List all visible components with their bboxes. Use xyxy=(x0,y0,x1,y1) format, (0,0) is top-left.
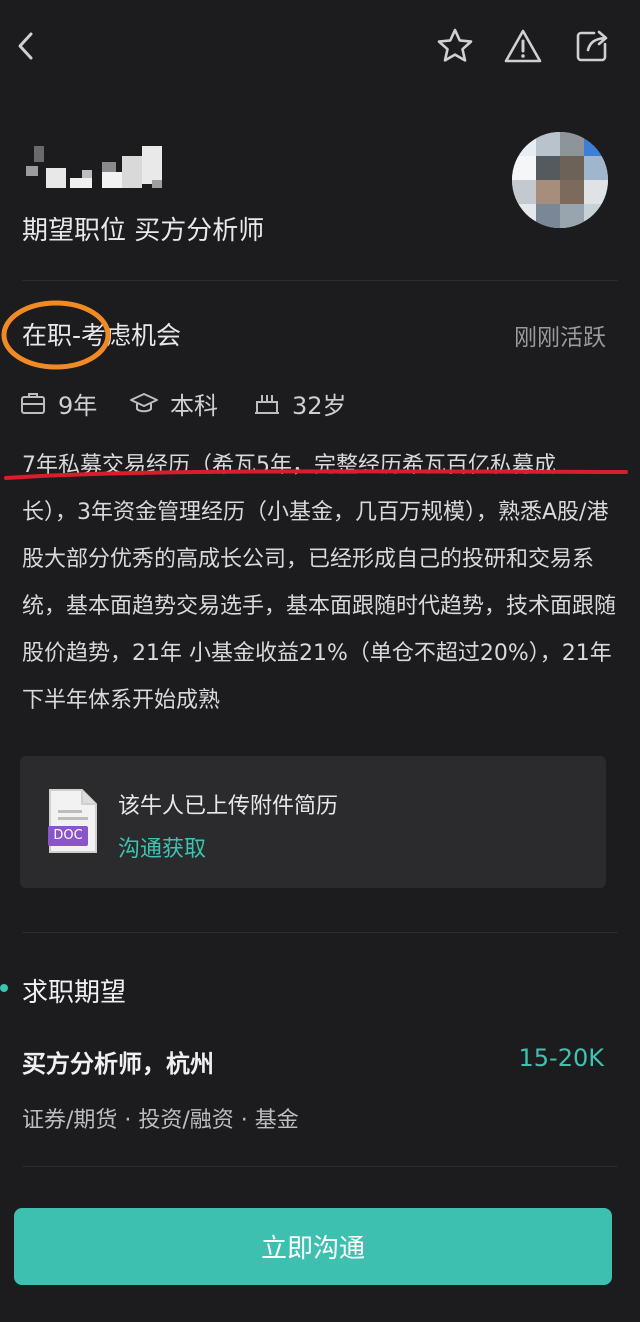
divider xyxy=(22,280,618,281)
education-item: 本科 xyxy=(130,388,218,420)
doc-file-icon: DOC xyxy=(46,786,100,856)
experience-value: 9年 xyxy=(58,391,98,420)
divider xyxy=(22,932,618,933)
favorite-button[interactable] xyxy=(433,24,477,68)
section-title: 求职期望 xyxy=(22,978,127,1008)
report-button[interactable] xyxy=(501,24,545,68)
back-button[interactable] xyxy=(6,26,46,66)
industry-tags: 证券/期货 · 投资/融资 · 基金 xyxy=(22,1108,299,1133)
share-icon xyxy=(576,30,608,62)
annotation-underline xyxy=(4,469,628,480)
annotation-circle xyxy=(1,300,111,370)
salary-range: 15-20K xyxy=(518,1044,604,1072)
chat-now-button[interactable]: 立即沟通 xyxy=(14,1208,612,1285)
active-status: 刚刚活跃 xyxy=(514,325,606,351)
bio-rest: 长），3年资金管理经历（小基金，几百万规模），熟悉A股/港股大部分优秀的高成长公… xyxy=(22,500,617,713)
share-button[interactable] xyxy=(570,24,614,68)
divider xyxy=(22,1166,618,1167)
expected-position: 期望职位 买方分析师 xyxy=(22,216,265,246)
age-item: 32岁 xyxy=(254,388,347,420)
position-city[interactable]: 买方分析师，杭州 xyxy=(22,1044,214,1079)
briefcase-icon xyxy=(21,393,45,414)
attachment-card[interactable]: DOC 该牛人已上传附件简历 沟通获取 xyxy=(20,756,606,888)
chevron-left-icon xyxy=(18,32,33,60)
warning-icon xyxy=(504,29,542,63)
attachment-title: 该牛人已上传附件简历 xyxy=(118,794,339,819)
graduation-cap-icon xyxy=(130,393,158,413)
age-value: 32岁 xyxy=(292,391,347,420)
cake-icon xyxy=(255,395,279,414)
doc-badge: DOC xyxy=(48,826,88,846)
attachment-action-link[interactable]: 沟通获取 xyxy=(118,831,206,863)
name-pixelated xyxy=(22,142,164,194)
education-value: 本科 xyxy=(170,391,218,420)
experience-item: 9年 xyxy=(20,388,98,420)
star-icon xyxy=(437,28,473,62)
avatar[interactable] xyxy=(512,132,608,228)
section-bullet xyxy=(0,984,8,992)
